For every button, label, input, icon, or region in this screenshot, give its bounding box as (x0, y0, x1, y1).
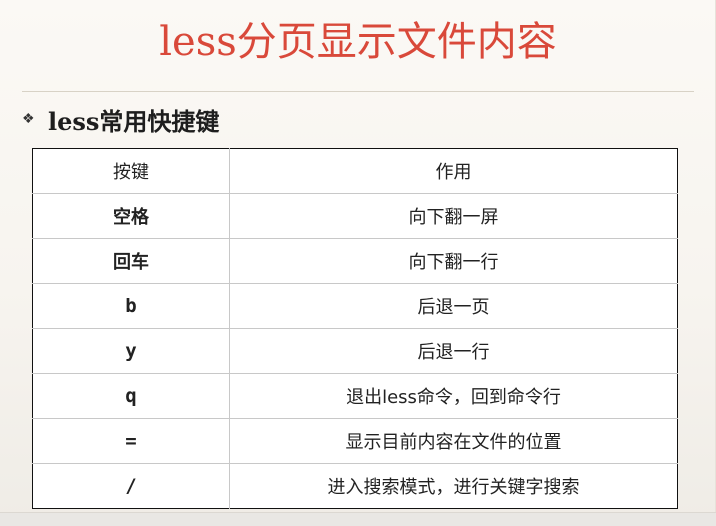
bullet-point: ❖ less常用快捷键 (22, 101, 219, 137)
table-row: b 后退一页 (32, 283, 678, 329)
bottom-band (0, 512, 716, 526)
header-key: 按键 (32, 148, 230, 194)
action-cell: 退出less命令，回到命令行 (229, 373, 678, 419)
table-row: = 显示目前内容在文件的位置 (32, 418, 678, 464)
key-cell: / (32, 463, 230, 509)
table-row: q 退出less命令，回到命令行 (32, 373, 678, 419)
slide-title: less分页显示文件内容 (159, 19, 557, 65)
key-cell: 空格 (32, 193, 230, 239)
action-cell: 后退一行 (229, 328, 678, 374)
table-row: y 后退一行 (32, 328, 678, 374)
action-cell: 后退一页 (229, 283, 678, 329)
table-header-row: 按键 作用 (32, 148, 678, 194)
action-cell: 向下翻一屏 (229, 193, 678, 239)
header-action: 作用 (229, 148, 678, 194)
shortcut-table: 按键 作用 空格 向下翻一屏 回车 向下翻一行 b 后退一页 y 后退一行 q … (32, 148, 678, 509)
action-cell: 显示目前内容在文件的位置 (229, 418, 678, 464)
action-cell: 向下翻一行 (229, 238, 678, 284)
key-cell: = (32, 418, 230, 464)
key-cell: q (32, 373, 230, 419)
table-row: 回车 向下翻一行 (32, 238, 678, 284)
action-cell: 进入搜索模式，进行关键字搜索 (327, 477, 580, 498)
table-row: / 进入搜索模式，进行关键字搜索 (32, 463, 678, 509)
bullet-text: less常用快捷键 (48, 106, 220, 136)
diamond-bullet-icon: ❖ (22, 111, 35, 127)
key-cell: 回车 (32, 238, 230, 284)
key-cell: y (32, 328, 230, 374)
title-divider (22, 91, 694, 92)
key-cell: b (32, 283, 230, 329)
table-row: 空格 向下翻一屏 (32, 193, 678, 239)
